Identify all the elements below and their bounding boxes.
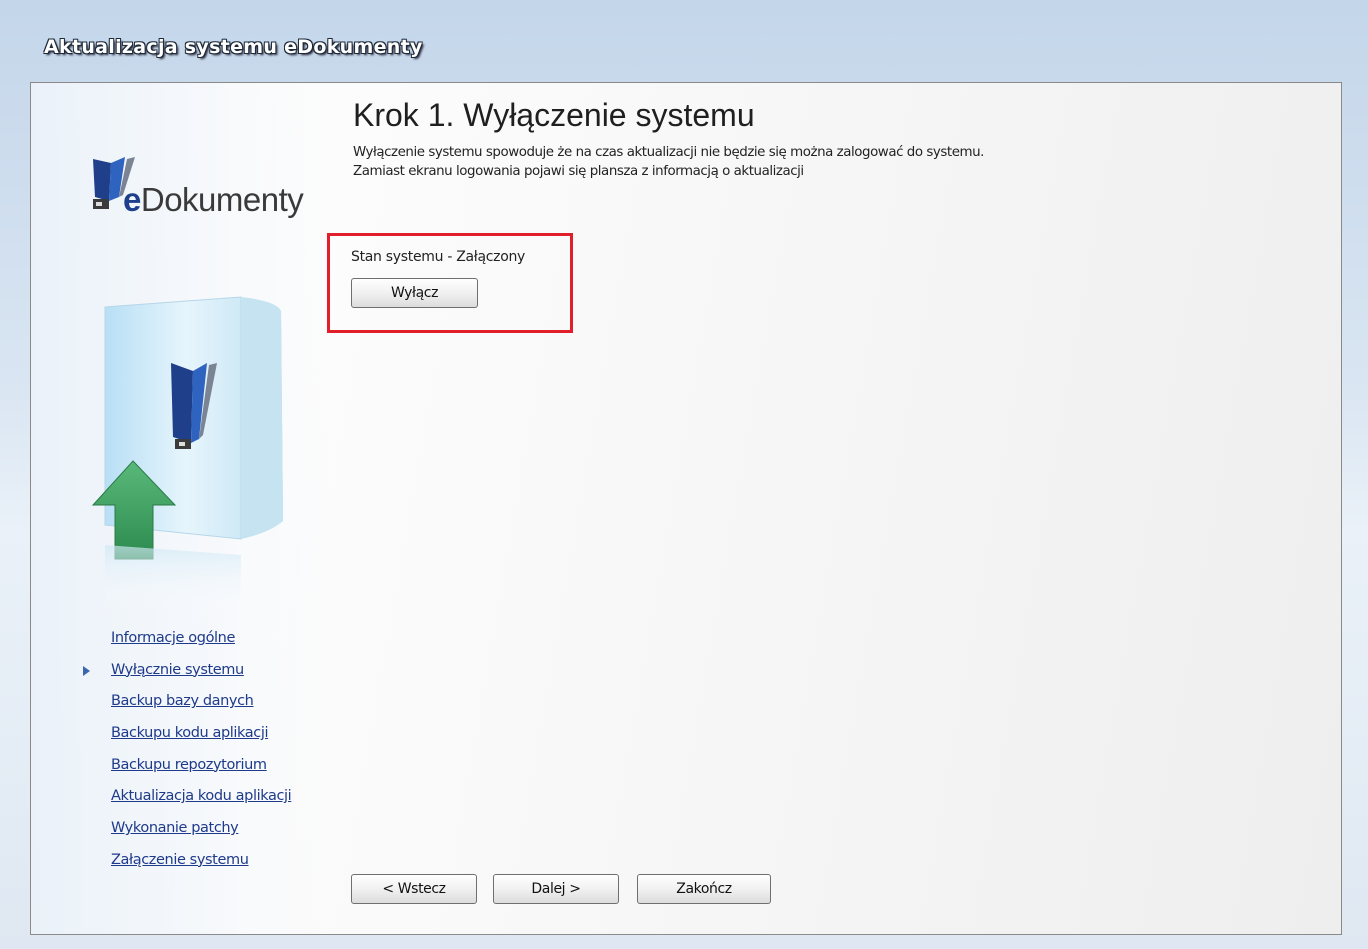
nav-item-informacje-ogolne[interactable]: Informacje ogólne (59, 623, 319, 655)
step-description: Wyłączenie systemu spowoduje że na czas … (353, 143, 984, 181)
step-title: Krok 1. Wyłączenie systemu (353, 97, 755, 133)
software-box-icon (91, 296, 283, 613)
nav-item-backup-bazy-danych[interactable]: Backup bazy danych (59, 686, 319, 718)
step-description-line-2: Zamiast ekranu logowania pojawi się plan… (353, 164, 804, 179)
nav-item-zalaczenie-systemu[interactable]: Załączenie systemu (59, 845, 319, 877)
nav-item-backupu-kodu-aplikacji[interactable]: Backupu kodu aplikacji (59, 718, 319, 750)
nav-item-aktualizacja-kodu-aplikacji[interactable]: Aktualizacja kodu aplikacji (59, 781, 319, 813)
step-description-line-1: Wyłączenie systemu spowoduje że na czas … (353, 145, 984, 160)
system-status-text: Stan systemu - Załączony (351, 249, 526, 265)
nav-item-wykonanie-patchy[interactable]: Wykonanie patchy (59, 813, 319, 845)
nav-item-wylacznie-systemu[interactable]: Wyłącznie systemu (59, 655, 319, 687)
wizard-steps-nav: Informacje ogólne Wyłącznie systemu Back… (59, 623, 319, 877)
finish-button[interactable]: Zakończ (637, 874, 771, 904)
logo-wordmark: eDokumenty (123, 181, 304, 218)
window-title: Aktualizacja systemu eDokumenty (44, 36, 423, 58)
next-button[interactable]: Dalej > (493, 874, 619, 904)
triangle-right-icon (83, 665, 90, 676)
back-button[interactable]: < Wstecz (351, 874, 477, 904)
wizard-panel: eDokumenty Informacje ogólne Wyłącznie s… (30, 82, 1342, 935)
nav-item-backupu-repozytorium[interactable]: Backupu repozytorium (59, 750, 319, 782)
turn-off-button[interactable]: Wyłącz (351, 278, 478, 308)
